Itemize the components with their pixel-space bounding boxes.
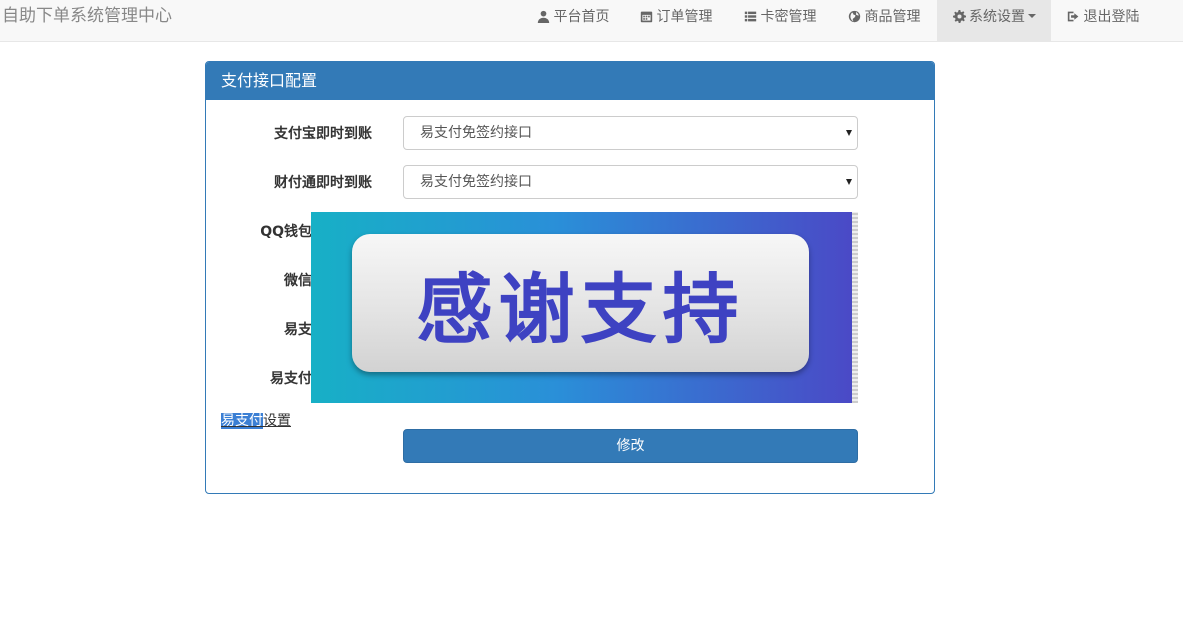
banner-text: 感谢支持 [416, 265, 745, 354]
globe-icon [848, 9, 862, 23]
gear-icon [952, 9, 966, 23]
user-icon [537, 9, 551, 23]
alipay-select[interactable]: 易支付免签约接口 [403, 116, 858, 150]
epay-settings-link[interactable]: 易支付设置 [221, 410, 291, 430]
field-label-tenpay: 财付通即时到账 [274, 175, 372, 191]
select-value: 易支付免签约接口 [420, 174, 532, 190]
select-arrow-icon [846, 130, 852, 136]
nav-item-label: 订单管理 [656, 9, 713, 25]
nav-item-logout[interactable]: 退出登陆 [1055, 0, 1151, 41]
banner-edge [852, 212, 858, 403]
field-label-qqpay: QQ钱包 [260, 224, 312, 240]
list-icon [744, 9, 758, 23]
nav-item-products[interactable]: 商品管理 [836, 0, 932, 41]
nav-item-label: 系统设置 [969, 9, 1025, 25]
field-label-epay-2: 易支付 [270, 371, 312, 387]
thanks-banner-image: 感谢支持 [311, 212, 858, 403]
field-label-alipay: 支付宝即时到账 [274, 126, 372, 142]
submit-button[interactable]: 修改 [403, 429, 858, 463]
nav-item-home[interactable]: 平台首页 [526, 0, 620, 41]
nav-item-orders[interactable]: 订单管理 [628, 0, 724, 41]
nav-item-label: 退出登陆 [1083, 9, 1140, 25]
field-label-wechat: 微信 [284, 273, 312, 289]
panel-title: 支付接口配置 [206, 62, 934, 100]
field-label-epay: 易支 [284, 322, 312, 338]
banner-card: 感谢支持 [352, 234, 809, 372]
caret-down-icon [1028, 14, 1036, 18]
link-highlight: 易支付 [221, 413, 263, 429]
nav-item-settings[interactable]: 系统设置 [937, 0, 1051, 41]
nav-item-label: 平台首页 [553, 9, 610, 25]
link-rest: 设置 [263, 413, 291, 429]
logout-icon [1067, 9, 1081, 23]
select-value: 易支付免签约接口 [420, 125, 532, 141]
select-arrow-icon [846, 179, 852, 185]
nav-item-label: 商品管理 [864, 9, 921, 25]
top-navbar: 自助下单系统管理中心 平台首页 订单管理 卡密管理 商品管理 系统设置 退出登陆 [0, 0, 1183, 42]
nav-item-label: 卡密管理 [760, 9, 817, 25]
nav-item-cards[interactable]: 卡密管理 [732, 0, 828, 41]
tenpay-select[interactable]: 易支付免签约接口 [403, 165, 858, 199]
nav-menu: 平台首页 订单管理 卡密管理 商品管理 系统设置 退出登陆 [0, 0, 1183, 41]
calendar-icon [640, 9, 654, 23]
